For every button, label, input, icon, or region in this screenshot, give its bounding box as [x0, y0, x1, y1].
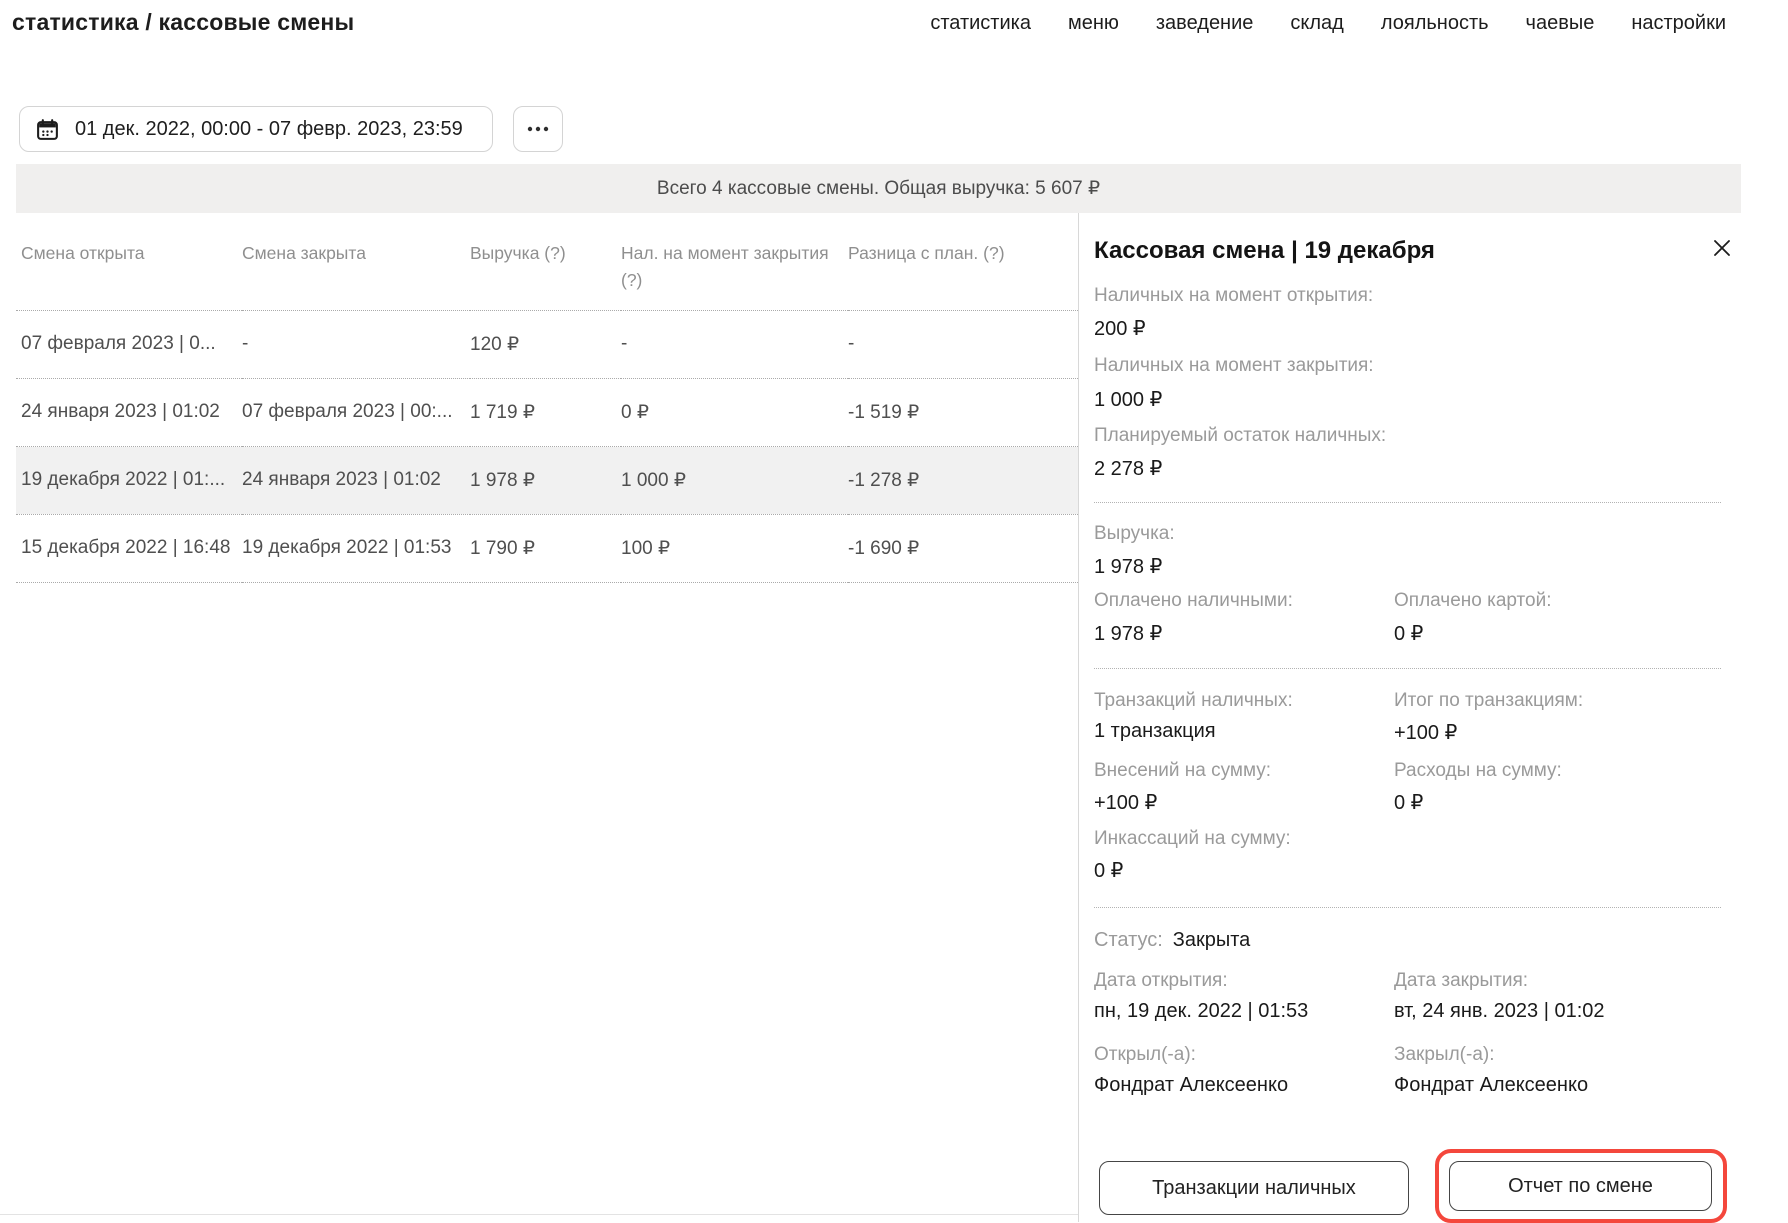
cell-opened: 07 февраля 2023 | 0... [16, 310, 242, 378]
paid-card-label: Оплачено картой: [1394, 590, 1552, 612]
revenue-value: 1 978 ₽ [1094, 554, 1162, 579]
collections-value: 0 ₽ [1094, 858, 1123, 883]
close-icon [1712, 238, 1732, 258]
expenses-value: 0 ₽ [1394, 790, 1423, 815]
closed-by-value: Фондрат Алексеенко [1394, 1074, 1588, 1097]
cell-closed: 07 февраля 2023 | 00:... [242, 378, 470, 446]
nav-item-tips[interactable]: чаевые [1526, 12, 1595, 35]
table-row[interactable]: 15 декабря 2022 | 16:48 19 декабря 2022 … [16, 514, 1078, 582]
column-diff-from-plan: Разница с план. (?) [848, 213, 1078, 310]
open-date-value: пн, 19 дек. 2022 | 01:53 [1094, 1000, 1308, 1023]
panel-divider [1094, 668, 1721, 669]
cell-opened: 24 января 2023 | 01:02 [16, 378, 242, 446]
shifts-table: Смена открыта Смена закрыта Выручка (?) … [16, 213, 1078, 583]
status-label: Статус: [1094, 929, 1163, 952]
cell-closed: - [242, 310, 470, 378]
cash-transactions-button[interactable]: Транзакции наличных [1099, 1161, 1409, 1215]
cell-revenue: 1 978 ₽ [470, 446, 621, 514]
planned-cash-value: 2 278 ₽ [1094, 456, 1162, 481]
deposits-value: +100 ₽ [1094, 790, 1157, 815]
column-cash-at-close: Нал. на момент закрытия (?) [621, 213, 848, 310]
cell-closed: 24 января 2023 | 01:02 [242, 446, 470, 514]
cell-diff: -1 278 ₽ [848, 446, 1078, 514]
summary-text: Всего 4 кассовые смены. Общая выручка: 5… [657, 177, 1100, 200]
shift-report-button[interactable]: Отчет по смене [1449, 1161, 1712, 1211]
cell-closed: 19 декабря 2022 | 01:53 [242, 514, 470, 582]
nav-item-statistics[interactable]: статистика [930, 12, 1031, 35]
table-row[interactable]: 07 февраля 2023 | 0... - 120 ₽ - - [16, 310, 1078, 378]
cell-revenue: 120 ₽ [470, 310, 621, 378]
calendar-icon [35, 117, 60, 142]
cell-diff: -1 519 ₽ [848, 378, 1078, 446]
paid-cash-label: Оплачено наличными: [1094, 590, 1293, 612]
panel-divider [1094, 502, 1721, 503]
opening-cash-label: Наличных на момент открытия: [1094, 285, 1373, 307]
cell-revenue: 1 719 ₽ [470, 378, 621, 446]
open-date-label: Дата открытия: [1094, 970, 1228, 992]
cash-transactions-value: 1 транзакция [1094, 720, 1216, 743]
planned-cash-label: Планируемый остаток наличных: [1094, 425, 1386, 447]
column-shift-closed: Смена закрыта [242, 213, 470, 310]
opening-cash-value: 200 ₽ [1094, 316, 1146, 341]
nav-item-loyalty[interactable]: лояльность [1381, 12, 1489, 35]
closed-by-label: Закрыл(-а): [1394, 1044, 1495, 1066]
nav-item-warehouse[interactable]: склад [1290, 12, 1343, 35]
column-revenue: Выручка (?) [470, 213, 621, 310]
top-navigation: статистика меню заведение склад лояльнос… [930, 12, 1726, 35]
nav-item-menu[interactable]: меню [1068, 12, 1119, 35]
close-date-value: вт, 24 янв. 2023 | 01:02 [1394, 1000, 1605, 1023]
column-shift-opened: Смена открыта [16, 213, 242, 310]
cell-opened: 15 декабря 2022 | 16:48 [16, 514, 242, 582]
closing-cash-value: 1 000 ₽ [1094, 387, 1162, 412]
paid-cash-value: 1 978 ₽ [1094, 621, 1162, 646]
panel-divider [1094, 907, 1721, 908]
nav-item-settings[interactable]: настройки [1631, 12, 1726, 35]
panel-title: Кассовая смена | 19 декабря [1094, 237, 1435, 265]
closing-cash-label: Наличных на момент закрытия: [1094, 355, 1374, 377]
table-bottom-divider [0, 1214, 1078, 1215]
transactions-total-label: Итог по транзакциям: [1394, 690, 1583, 712]
date-range-button[interactable]: 01 дек. 2022, 00:00 - 07 февр. 2023, 23:… [19, 106, 493, 152]
cell-opened: 19 декабря 2022 | 01:... [16, 446, 242, 514]
shift-detail-panel: Кассовая смена | 19 декабря Наличных на … [1078, 213, 1788, 1222]
nav-item-venue[interactable]: заведение [1156, 12, 1254, 35]
close-panel-button[interactable] [1707, 233, 1737, 263]
more-options-button[interactable] [513, 106, 563, 152]
status-badge: Закрыта [1173, 929, 1251, 952]
cell-diff: -1 690 ₽ [848, 514, 1078, 582]
transactions-total-value: +100 ₽ [1394, 720, 1457, 745]
date-range-label: 01 дек. 2022, 00:00 - 07 февр. 2023, 23:… [75, 118, 463, 141]
deposits-label: Внесений на сумму: [1094, 760, 1271, 782]
collections-label: Инкассаций на сумму: [1094, 828, 1291, 850]
cell-cash-at-close: 0 ₽ [621, 378, 848, 446]
ellipsis-icon [526, 125, 550, 133]
cell-cash-at-close: - [621, 310, 848, 378]
cash-transactions-label: Транзакций наличных: [1094, 690, 1293, 712]
cell-cash-at-close: 100 ₽ [621, 514, 848, 582]
cell-revenue: 1 790 ₽ [470, 514, 621, 582]
opened-by-label: Открыл(-а): [1094, 1044, 1196, 1066]
status-line: Статус: Закрыта [1094, 929, 1250, 952]
revenue-label: Выручка: [1094, 523, 1175, 545]
cell-diff: - [848, 310, 1078, 378]
expenses-label: Расходы на сумму: [1394, 760, 1562, 782]
table-header-row: Смена открыта Смена закрыта Выручка (?) … [16, 213, 1078, 310]
cell-cash-at-close: 1 000 ₽ [621, 446, 848, 514]
page-title: статистика / кассовые смены [12, 9, 354, 36]
paid-card-value: 0 ₽ [1394, 621, 1423, 646]
summary-bar: Всего 4 кассовые смены. Общая выручка: 5… [16, 164, 1741, 213]
opened-by-value: Фондрат Алексеенко [1094, 1074, 1288, 1097]
table-row[interactable]: 24 января 2023 | 01:02 07 февраля 2023 |… [16, 378, 1078, 446]
close-date-label: Дата закрытия: [1394, 970, 1528, 992]
table-row-selected[interactable]: 19 декабря 2022 | 01:... 24 января 2023 … [16, 446, 1078, 514]
